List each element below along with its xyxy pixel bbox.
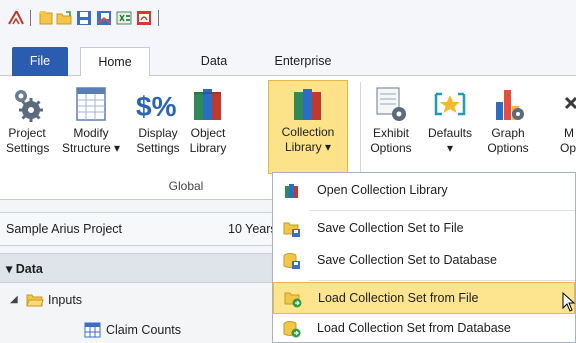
modify-structure-button[interactable]: Modify Structure ▾	[52, 82, 130, 172]
new-project-icon[interactable]	[38, 10, 54, 26]
bar-chart-icon	[496, 90, 524, 120]
button-label: Exhibit	[372, 126, 410, 140]
defaults-button[interactable]: Defaults ▾	[422, 82, 478, 172]
expand-arrow-icon[interactable]: ◢	[10, 294, 18, 305]
tree-item-inputs[interactable]: ◢ Inputs	[0, 290, 300, 312]
object-library-button[interactable]: Object Library	[184, 82, 232, 172]
button-label: Object	[190, 126, 226, 140]
open-folder-icon[interactable]	[56, 10, 72, 26]
close-icon	[564, 96, 576, 110]
books-icon	[194, 89, 221, 120]
menu-item-save-collection-set-file[interactable]: Save Collection Set to File	[273, 213, 575, 245]
folder-icon	[26, 294, 44, 307]
display-settings-button[interactable]: $% Display Settings	[134, 82, 182, 172]
save-file-icon	[283, 222, 300, 237]
exhibit-options-button[interactable]: Exhibit Options	[364, 82, 418, 172]
button-label: ▾	[446, 141, 454, 155]
export-pdf-icon[interactable]	[136, 10, 152, 26]
button-label: Defaults	[427, 126, 473, 140]
toolbar-separator	[158, 10, 159, 26]
menu-separator	[309, 280, 575, 281]
tree-item-label: Claim Counts	[106, 323, 182, 337]
button-label: Modify	[73, 126, 109, 140]
button-label: Settings	[6, 141, 50, 155]
button-label: M	[564, 126, 574, 140]
menu-item-open-collection-library[interactable]: Open Collection Library	[273, 175, 575, 207]
section-title: ▾ Data	[6, 261, 43, 276]
save-all-icon[interactable]	[96, 10, 112, 26]
table-icon	[76, 87, 106, 121]
export-excel-icon[interactable]	[116, 10, 132, 26]
project-settings-button[interactable]: Project Settings	[6, 82, 50, 172]
project-years: 10 Years	[228, 222, 277, 236]
menu-item-label: Save Collection Set to Database	[317, 253, 497, 267]
button-label: Settings	[136, 141, 180, 155]
app-logo-icon	[8, 11, 24, 25]
load-database-icon	[283, 321, 301, 338]
project-explorer-panel: Sample Arius Project 10 Years ▾ Data ◢ I…	[0, 200, 300, 343]
ribbon-tabs: File Home Data Enterprise	[0, 36, 576, 77]
button-label: Graph	[491, 126, 525, 140]
svg-text:$%: $%	[136, 91, 177, 122]
graph-options-button[interactable]: Graph Options	[484, 82, 532, 172]
tab-data[interactable]: Data	[184, 47, 244, 76]
toolbar-separator	[30, 10, 31, 26]
menu-item-label: Load Collection Set from Database	[317, 321, 511, 335]
tab-file[interactable]: File	[12, 47, 68, 76]
books-icon	[294, 89, 321, 120]
collapse-arrow-icon: ▾	[6, 262, 16, 276]
project-name: Sample Arius Project	[6, 222, 123, 236]
save-database-icon	[283, 253, 300, 269]
button-label: Collection	[281, 125, 335, 139]
project-header[interactable]: Sample Arius Project 10 Years	[0, 212, 300, 246]
tree-item-claim-counts[interactable]: Claim Counts	[0, 320, 300, 342]
menu-item-load-collection-set-file[interactable]: Load Collection Set from File	[273, 282, 575, 314]
mouse-cursor-icon	[562, 292, 576, 312]
button-label: Library ▾	[284, 140, 332, 154]
more-options-button[interactable]: M Op	[552, 82, 576, 172]
tab-enterprise[interactable]: Enterprise	[262, 47, 344, 76]
dollar-percent-icon: $%	[136, 91, 177, 122]
gear-icon	[15, 90, 43, 122]
collection-library-menu: Open Collection Library Save Collection …	[272, 172, 576, 343]
books-icon	[285, 184, 298, 198]
quick-access-toolbar	[0, 0, 576, 36]
menu-item-label: Load Collection Set from File	[318, 291, 479, 305]
menu-item-label: Save Collection Set to File	[317, 221, 464, 235]
section-label: Data	[15, 262, 43, 276]
menu-separator	[309, 210, 575, 211]
menu-item-label: Open Collection Library	[317, 183, 448, 197]
collection-library-button[interactable]: Collection Library ▾	[268, 80, 348, 174]
button-label: Project	[8, 126, 46, 140]
button-label: Options	[487, 141, 529, 155]
tab-home[interactable]: Home	[80, 47, 150, 77]
button-label: Op	[560, 141, 576, 155]
tree-item-label: Inputs	[48, 293, 83, 307]
menu-item-load-collection-set-database[interactable]: Load Collection Set from Database	[273, 313, 575, 343]
menu-item-save-collection-set-database[interactable]: Save Collection Set to Database	[273, 245, 575, 277]
load-file-icon	[284, 292, 302, 308]
button-label: Display	[138, 126, 178, 140]
star-icon	[434, 92, 466, 116]
exhibit-gear-icon	[376, 87, 406, 121]
data-section-header[interactable]: ▾ Data	[0, 253, 300, 283]
button-label: Options	[370, 141, 412, 155]
save-icon[interactable]	[76, 10, 92, 26]
button-label: Library	[189, 141, 227, 155]
table-icon	[84, 322, 101, 338]
button-label: Structure ▾	[61, 141, 121, 155]
